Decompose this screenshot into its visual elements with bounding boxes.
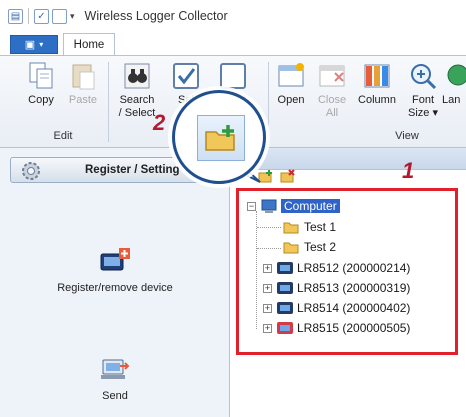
delete-folder-icon[interactable] bbox=[280, 169, 296, 186]
search-label-1: Search bbox=[119, 94, 155, 106]
tab-home[interactable]: Home bbox=[63, 33, 115, 56]
group-label-view: View bbox=[395, 130, 419, 142]
register-setting-label: Register / Setting bbox=[85, 164, 180, 176]
customize-toolbar-icon[interactable]: ▾ bbox=[70, 11, 75, 22]
copy-button[interactable]: Copy bbox=[22, 60, 60, 107]
paste-button[interactable]: Paste bbox=[64, 60, 102, 107]
group-separator bbox=[108, 62, 109, 142]
close-label-1: Close bbox=[317, 94, 347, 106]
file-menu-button[interactable]: ▣ ▾ bbox=[10, 35, 58, 54]
quick-access-toolbar: ▤ ✓ ▾ bbox=[8, 8, 75, 24]
magnifier-callout bbox=[172, 90, 266, 184]
window-title: Wireless Logger Collector bbox=[84, 9, 228, 23]
checkbox-empty-large-icon bbox=[216, 60, 250, 92]
group-label-edit: Edit bbox=[53, 130, 73, 142]
column-icon bbox=[360, 60, 394, 92]
globe-icon bbox=[442, 60, 466, 92]
group-separator bbox=[268, 62, 269, 142]
dropdown-arrow-icon: ▾ bbox=[429, 107, 438, 119]
open-label: Open bbox=[277, 94, 305, 106]
send-icon bbox=[0, 356, 230, 384]
font-label-2: Size ▾ bbox=[404, 107, 442, 120]
add-folder-icon bbox=[205, 125, 235, 151]
callout-number-1: 1 bbox=[402, 158, 415, 183]
register-remove-device-item[interactable]: Register/remove device bbox=[0, 246, 230, 294]
column-button[interactable]: Column bbox=[354, 60, 400, 107]
close-all-button[interactable]: Close All bbox=[314, 60, 350, 120]
checkbox-checked-icon[interactable]: ✓ bbox=[34, 8, 49, 24]
language-button[interactable]: Lan bbox=[442, 60, 466, 107]
magnifier-icon bbox=[406, 60, 440, 92]
tree-header-bar bbox=[231, 148, 466, 170]
title-bar: ▤ ✓ ▾ Wireless Logger Collector bbox=[0, 0, 466, 32]
copy-label: Copy bbox=[28, 94, 54, 106]
chevron-down-icon: ▾ bbox=[39, 40, 44, 49]
open-button[interactable]: Open bbox=[272, 60, 310, 107]
left-panel: Register / Setting Register/remove devic… bbox=[0, 148, 230, 417]
toolbar-separator bbox=[28, 8, 29, 24]
add-folder-button-zoomed bbox=[197, 115, 245, 161]
tab-row: ▣ ▾ Home bbox=[0, 32, 466, 56]
register-device-icon bbox=[0, 246, 230, 276]
font-size-label: Size bbox=[408, 107, 430, 119]
highlight-box bbox=[236, 188, 458, 355]
paste-icon bbox=[66, 60, 100, 92]
callout-number-2: 2 bbox=[153, 110, 166, 135]
checkbox-select-icon bbox=[169, 60, 203, 92]
gear-icon bbox=[22, 162, 40, 180]
close-label-2: All bbox=[325, 107, 339, 119]
language-label: Lan bbox=[442, 94, 461, 106]
font-size-button[interactable]: Font Size ▾ bbox=[404, 60, 442, 120]
app-menu-icon: ▣ bbox=[24, 39, 36, 51]
app-icon[interactable]: ▤ bbox=[8, 8, 23, 24]
binoculars-icon bbox=[120, 60, 154, 92]
close-window-icon bbox=[315, 60, 349, 92]
font-label-1: Font bbox=[411, 94, 434, 106]
register-remove-device-label: Register/remove device bbox=[57, 282, 173, 294]
column-label: Column bbox=[358, 94, 396, 106]
copy-icon bbox=[24, 60, 58, 92]
paste-label: Paste bbox=[68, 94, 98, 106]
send-item[interactable]: Send bbox=[0, 356, 230, 402]
open-window-icon bbox=[274, 60, 308, 92]
send-label: Send bbox=[102, 390, 128, 402]
checkbox-empty-icon[interactable] bbox=[52, 8, 67, 24]
